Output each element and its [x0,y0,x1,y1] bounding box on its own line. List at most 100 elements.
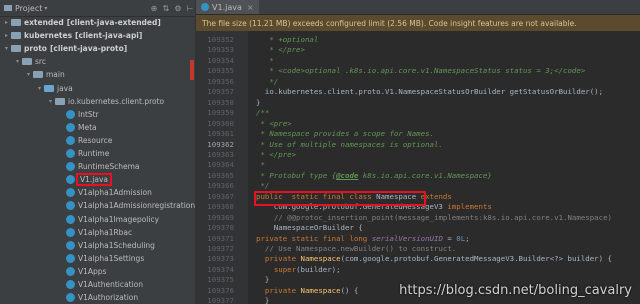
code-text: * <pre> [256,118,292,128]
java-class-icon [66,293,75,303]
tree-item-label: V1alpha1Admissionregistration [78,201,196,211]
tree-item[interactable]: ▾ main [24,68,65,81]
tab-v1-java[interactable]: V1.java × [196,0,259,14]
java-class-icon [66,240,75,250]
line-number: 109361 [207,129,234,139]
code-line[interactable]: 109357 io.kubernetes.client.proto.V1.Nam… [196,87,640,97]
code-line[interactable]: 109363 * </pre> [196,150,640,160]
code-line[interactable]: 109354 * [196,56,640,66]
code-line[interactable]: 109359 /** [196,108,640,118]
folder-icon [22,58,32,66]
project-panel-title[interactable]: Project [15,4,42,13]
tree-item[interactable]: ▾ java [35,82,73,95]
tree-item-label: Runtime [78,149,110,158]
tree-item-label: kubernetes [24,31,73,41]
tree-item-label: V1Authentication [78,280,143,289]
line-number: 109357 [207,87,234,97]
folder-icon [11,19,21,26]
tree-item-label: src [35,57,46,67]
tree-item[interactable]: V1Authorization [57,291,138,304]
tree-item[interactable]: V1alpha1Scheduling [57,239,155,252]
tree-item[interactable]: Resource [57,134,112,147]
module-name-label: [client-java-api] [75,31,143,41]
code-editor[interactable]: 109352 * +optional 109353 * </pre> 109354 … [196,31,640,304]
code-text: NamespaceOrBuilder { [256,223,363,233]
code-line[interactable]: 109364 * [196,160,640,170]
module-name-label: [client-java-proto] [49,44,128,54]
hide-icon[interactable]: ⊢ [185,4,195,13]
line-number: 109368 [207,202,234,212]
tree-item[interactable]: RuntimeSchema [57,160,139,173]
line-number: 109370 [207,223,234,233]
tree-item[interactable]: V1alpha1Settings [57,252,144,265]
tree-item[interactable]: Meta [57,121,97,134]
file-size-warning-banner: The file size (11.21 MB) exceeds configu… [196,15,640,31]
tree-item[interactable]: V1alpha1Imagepolicy [57,213,159,226]
code-line[interactable]: 109372 // Use Namespace.newBuilder() to … [196,244,640,254]
locate-icon[interactable]: ⊕ [149,4,159,13]
java-class-icon [66,162,75,172]
code-line[interactable]: 109370 NamespaceOrBuilder { [196,223,640,233]
tree-item[interactable]: V1alpha1Rbac [57,226,132,239]
java-class-icon [66,227,75,237]
tree-item[interactable]: Runtime [57,147,109,160]
code-text: * </pre> [256,149,297,159]
code-line[interactable]: 109374 super(builder); [196,265,640,275]
tree-item[interactable]: V1alpha1Admissionregistration [57,199,195,212]
code-line[interactable]: 109365 * Protobuf type {@code k8s.io.api… [196,171,640,181]
tree-item[interactable]: ▾ proto [client-java-proto] [2,42,127,55]
java-class-icon [66,280,75,289]
tree-item[interactable]: V1Authentication [57,278,143,291]
line-number: 109373 [207,254,234,264]
chevron-right-icon[interactable]: ▸ [2,32,11,39]
chevron-down-icon[interactable]: ▾ [2,45,11,52]
code-text: super(builder); [273,264,341,274]
code-line[interactable]: 109353 * </pre> [196,45,640,55]
code-line[interactable]: 109373 private Namespace(com.google.prot… [196,254,640,264]
code-text: /** [256,108,270,118]
close-icon[interactable]: × [247,3,254,12]
chevron-down-icon[interactable]: ▾ [13,58,22,65]
tree-item-label: io.kubernetes.client.proto [68,96,165,106]
collapse-icon[interactable]: ⇅ [161,4,171,13]
tree-item[interactable]: ▾ src [13,55,46,68]
code-line[interactable]: 109371 private static final long serialVe… [196,234,640,244]
tree-item[interactable]: V1Apps [57,265,106,278]
error-stripe-marker [190,60,194,80]
code-line[interactable]: 109352 * +optional [196,35,640,45]
tree-item-label: V1alpha1Settings [78,253,145,263]
tree-item-label: V1Apps [78,266,107,276]
code-line[interactable]: 109356 */ [196,77,640,87]
line-number: 109371 [207,233,234,243]
tree-item[interactable]: IntStr [57,108,99,121]
java-class-icon [66,201,75,211]
watermark-text: https://blog.csdn.net/boling_cavalry [399,283,632,298]
code-line[interactable]: 109361 * Namespace provides a scope for … [196,129,640,139]
folder-icon [33,71,43,79]
code-text: * +optional [256,35,319,44]
chevron-down-icon[interactable]: ▾ [46,98,55,105]
line-number: 109364 [207,160,234,170]
dropdown-icon[interactable]: ▾ [44,5,47,12]
gear-icon[interactable]: ⚙ [173,4,183,13]
highlight-box [254,190,426,206]
tree-item-label: extended [24,18,64,27]
tree-item[interactable]: V1alpha1Admission [57,186,152,199]
code-line[interactable]: 109362 * Use of multiple namespaces is o… [196,140,640,150]
editor-tab-bar: V1.java × [196,0,640,15]
code-line[interactable]: 109369 // @@protoc_insertion_point(messa… [196,213,640,223]
code-line[interactable]: 109360 * <pre> [196,119,640,129]
chevron-down-icon[interactable]: ▾ [24,71,33,78]
tree-item[interactable]: ▸ kubernetes [client-java-api] [2,29,142,42]
code-line[interactable]: 109358} [196,98,640,108]
tree-item[interactable]: ▾ io.kubernetes.client.proto [46,95,164,108]
tree-item[interactable]: ▸ extended [client-java-extended] [2,16,161,29]
java-class-icon [66,188,75,198]
code-line[interactable]: 109355 * <code>optional .k8s.io.api.core… [196,66,640,76]
chevron-down-icon[interactable]: ▾ [35,85,44,92]
line-number: 109377 [207,296,234,304]
chevron-right-icon[interactable]: ▸ [2,19,11,26]
code-text: } [256,97,261,107]
code-text: private Namespace() { [264,285,359,295]
tree-item[interactable]: V1.java [57,173,113,187]
